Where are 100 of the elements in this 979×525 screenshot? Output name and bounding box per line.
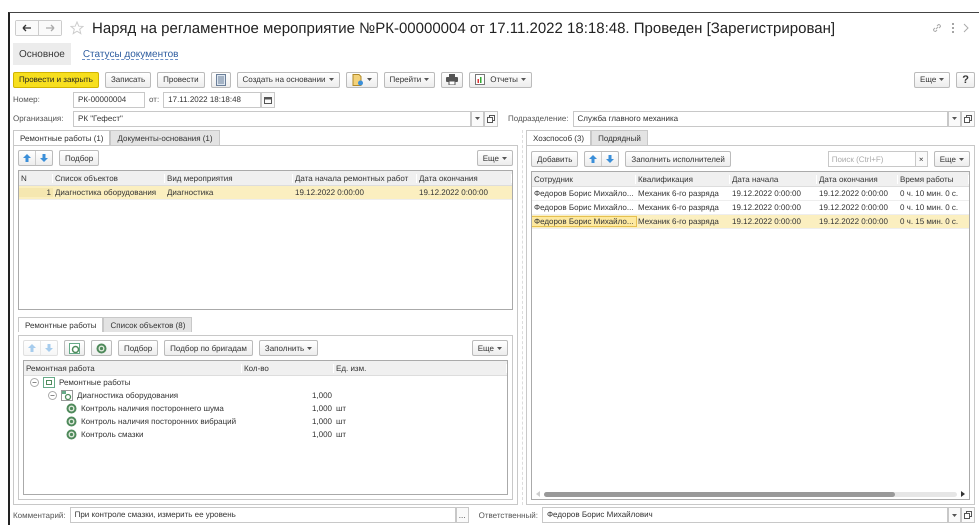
dropdown-button[interactable] (948, 507, 961, 523)
icon-button[interactable] (441, 72, 464, 88)
column-header[interactable]: Ед. изм. (334, 364, 507, 372)
table-row[interactable]: 1 Диагностика оборудования Диагностика 19.12.2022 0:00:00 19.12.2022 0:00:00 (19, 186, 512, 200)
toolbar-button[interactable]: Подбор (118, 340, 158, 356)
link-icon[interactable] (931, 22, 943, 34)
scroll-right-icon[interactable] (961, 491, 965, 497)
table-cell: 1 (19, 188, 53, 197)
open-icon (487, 114, 495, 122)
dropdown-button[interactable]: Создать на основании (236, 72, 340, 88)
more-icon[interactable] (951, 22, 955, 34)
add-work-button[interactable] (91, 340, 112, 356)
column-header[interactable]: Время работы (898, 174, 969, 184)
fill-button[interactable]: Заполнить (258, 340, 318, 356)
dropdown-button[interactable] (948, 110, 961, 126)
column-header[interactable]: Дата начала ремонтных работ (293, 174, 417, 182)
field-label: Комментарий: (13, 510, 66, 520)
table-cell: 1,000 (312, 391, 332, 400)
table-cell-text: 0 ч. 10 мин. 0 с. (899, 189, 960, 198)
more-button[interactable]: Еще (914, 72, 950, 88)
column-header[interactable]: Дата окончания (417, 174, 512, 182)
table-cell-text: 0 ч. 10 мин. 0 с. (899, 203, 960, 212)
window-title: Наряд на регламентное мероприятие №РК-00000004 от 17.11.2022 18:18:48. Проведен [Зарегистрирован] (92, 20, 836, 36)
table-row[interactable]: Федоров Борис Михайло... Механик 6-го разряда 19.12.2022 0:00:00 19.12.2022 0:00:00 0 ч. 15 мин. 0 с. (532, 215, 969, 229)
responsible-field[interactable]: Федоров Борис Михайлович (542, 507, 948, 523)
up-arrow-icon (22, 153, 32, 163)
back-button[interactable] (16, 21, 38, 35)
caret-icon (939, 78, 944, 81)
select-button[interactable]: ... (456, 507, 469, 523)
collapse-icon[interactable] (30, 378, 39, 387)
caret-icon (952, 117, 957, 120)
section-tab[interactable]: Основное (13, 43, 71, 65)
help-button[interactable]: ? (956, 72, 975, 88)
number-field[interactable]: РК-00000004 (73, 92, 145, 108)
toolbar-button[interactable]: Подбор по бригадам (164, 340, 253, 356)
open-button[interactable] (961, 507, 975, 523)
add-button[interactable]: Добавить (531, 151, 578, 167)
document-icon (352, 74, 364, 86)
tree-item[interactable]: Контроль смазки (81, 430, 144, 439)
toolbar-button[interactable]: Записать (104, 72, 152, 88)
tab[interactable]: Ремонтные работы (1) (13, 130, 110, 145)
table-cell-text: 19.12.2022 0:00:00 (818, 189, 889, 198)
field-label: Ответственный: (478, 510, 538, 520)
add-group-button[interactable] (64, 340, 85, 356)
forward-arrow-icon (45, 24, 55, 32)
table-cell: шт (336, 404, 346, 413)
organization-field[interactable]: РК "Гефест" (73, 110, 471, 126)
tab[interactable]: Подрядный (591, 130, 648, 145)
date-field[interactable]: 17.11.2022 18:18:48 (163, 92, 262, 108)
table-cell-text: 19.12.2022 0:00:00 (731, 203, 802, 212)
open-icon (964, 114, 972, 122)
table-cell: шт (336, 417, 346, 426)
dropdown-button[interactable]: Перейти (384, 72, 436, 88)
tab[interactable]: Документы-основания (1) (110, 130, 220, 145)
toolbar-button[interactable]: Провести (157, 72, 205, 88)
calendar-button[interactable] (261, 92, 276, 108)
column-header[interactable]: Ремонтная работа (24, 364, 242, 372)
open-button[interactable] (961, 110, 975, 126)
tab[interactable]: Список объектов (8) (103, 317, 192, 332)
more-button[interactable]: Еще (934, 151, 970, 167)
down-arrow-icon (44, 343, 54, 353)
tree-item[interactable]: Контроль наличия посторонних вибраций (81, 417, 236, 426)
table-cell-text: 19.12.2022 0:00:00 (818, 203, 889, 212)
column-header[interactable]: Квалификация (636, 174, 730, 184)
more-button[interactable]: Еще (472, 340, 508, 356)
section-tab[interactable]: Статусы документов (76, 43, 184, 65)
dropdown-button[interactable] (346, 72, 378, 88)
caret-icon (307, 346, 312, 350)
column-header[interactable]: N (19, 174, 53, 182)
tree-item[interactable]: Диагностика оборудования (77, 391, 178, 400)
tree-item[interactable]: Ремонтные работы (59, 378, 130, 387)
reports-button[interactable]: Отчеты (469, 72, 532, 88)
caret-icon (502, 156, 507, 160)
column-header[interactable]: Сотрудник (532, 174, 636, 184)
icon-button[interactable] (210, 72, 231, 88)
open-button[interactable] (484, 110, 498, 126)
report-icon (475, 74, 486, 85)
fill-performers-button[interactable]: Заполнить исполнителей (625, 151, 731, 167)
column-header[interactable]: Список объектов (53, 174, 165, 182)
search-field[interactable]: Поиск (Ctrl+F) (828, 151, 916, 167)
tab[interactable]: Хозспособ (3) (526, 130, 592, 145)
column-header[interactable]: Дата начала (730, 174, 817, 184)
column-header[interactable]: Кол-во (242, 364, 334, 372)
tab[interactable]: Ремонтные работы (18, 317, 104, 332)
table-row[interactable]: Федоров Борис Михайло... Механик 6-го разряда 19.12.2022 0:00:00 19.12.2022 0:00:00 0 ч. 10 мин. 0 с. (532, 187, 969, 201)
tree-item[interactable]: Контроль наличия постороннего шума (81, 404, 224, 413)
collapse-icon[interactable] (48, 391, 57, 400)
pick-button[interactable]: Подбор (59, 150, 100, 166)
dropdown-button[interactable] (471, 110, 484, 126)
more-button[interactable]: Еще (476, 150, 513, 166)
field-label: Подразделение: (508, 114, 569, 123)
caret-icon (952, 514, 957, 516)
department-field[interactable]: Служба главного механика (572, 110, 948, 126)
star-icon[interactable] (70, 21, 84, 35)
table-cell: Федоров Борис Михайло... (532, 217, 636, 226)
column-header[interactable]: Дата окончания (817, 174, 898, 184)
calendar-icon (264, 96, 272, 104)
post-and-close-button[interactable]: Провести и закрыть (13, 72, 99, 88)
column-header[interactable]: Вид мероприятия (165, 174, 293, 182)
comment-field[interactable]: При контроле смазки, измерить ее уровень (70, 507, 456, 523)
